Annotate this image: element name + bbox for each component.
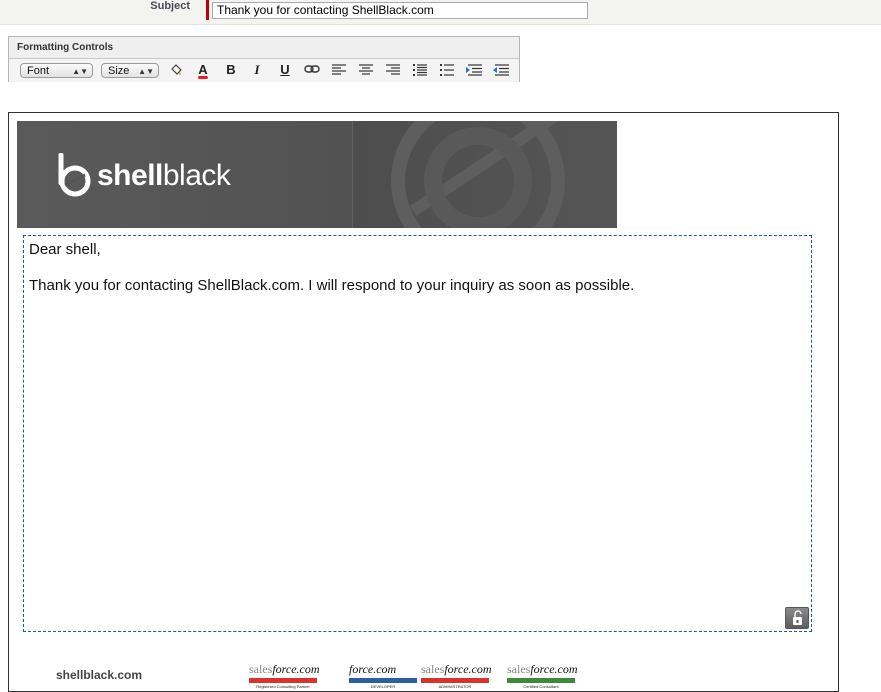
badge-strip <box>349 678 417 683</box>
badge-subtitle: ADMINISTRATOR <box>438 684 472 689</box>
outdent-icon <box>493 64 509 76</box>
message-greeting: Dear shell, <box>29 241 101 258</box>
indent-icon <box>466 64 482 76</box>
text-color-icon: A <box>198 62 208 77</box>
subject-input[interactable]: Thank you for contacting ShellBlack.com <box>212 2 588 19</box>
align-center-icon <box>359 64 373 75</box>
bulleted-list-icon <box>413 64 427 76</box>
align-left-button[interactable] <box>328 61 350 79</box>
badge-subtitle: DEVELOPER <box>370 684 396 689</box>
formatting-controls-title: Formatting Controls <box>17 42 114 53</box>
message-body-editable[interactable]: Dear shell, Thank you for contacting She… <box>23 235 812 632</box>
align-center-button[interactable] <box>355 61 377 79</box>
italic-button[interactable]: I <box>246 61 268 79</box>
underline-button[interactable]: U <box>274 61 296 79</box>
outdent-button[interactable] <box>490 61 512 79</box>
footer-site-name: shellblack.com <box>56 668 143 682</box>
banner-right-panel <box>352 121 617 228</box>
link-button[interactable] <box>301 61 323 79</box>
formatting-controls-panel: Formatting Controls Font ▲▼ Size ▲▼ A B … <box>8 36 520 82</box>
indent-button[interactable] <box>463 61 485 79</box>
email-template-editor: shellblack Dear shell, Thank you for con… <box>8 112 839 692</box>
brand-wordmark-light: black <box>162 159 231 192</box>
shellblack-logo-icon <box>58 153 91 197</box>
align-right-button[interactable] <box>382 61 404 79</box>
lock-toggle-button[interactable] <box>785 607 809 629</box>
select-arrows-icon: ▲▼ <box>72 67 88 76</box>
badge-strip <box>507 678 575 683</box>
align-right-icon <box>386 64 400 75</box>
badge-wordmark: salesforce.com <box>507 662 578 676</box>
badge-strip <box>249 678 317 683</box>
subject-row: Subject Thank you for contacting ShellBl… <box>0 0 881 25</box>
salesforce-administrator-badge: salesforce.com ADMINISTRATOR <box>421 662 495 689</box>
required-indicator <box>206 0 209 20</box>
salesforce-consultant-badge: salesforce.com Certified Consultant <box>507 662 581 689</box>
bulleted-list-button[interactable] <box>409 61 431 79</box>
watermark-logo-icon <box>391 121 565 228</box>
badge-subtitle: Certified Consultant <box>523 684 559 689</box>
bold-button[interactable]: B <box>220 61 242 79</box>
badge-wordmark: force.com <box>349 662 397 676</box>
badge-wordmark: salesforce.com <box>249 662 320 676</box>
size-select[interactable]: Size ▲▼ <box>101 63 159 78</box>
numbered-list-icon <box>440 64 454 76</box>
background-color-button[interactable] <box>165 61 187 79</box>
force-developer-badge: force.com DEVELOPER <box>349 662 423 689</box>
select-arrows-icon: ▲▼ <box>138 67 154 76</box>
subject-label: Subject <box>150 0 190 12</box>
badge-wordmark: salesforce.com <box>421 662 492 676</box>
badge-subtitle: Registered Consulting Partner <box>256 684 310 689</box>
text-color-button[interactable]: A <box>192 61 214 79</box>
paint-bucket-icon <box>171 64 182 75</box>
size-select-label: Size <box>108 65 130 77</box>
lock-icon <box>793 610 802 625</box>
font-select[interactable]: Font ▲▼ <box>20 63 93 78</box>
link-icon <box>304 65 320 73</box>
formatting-toolbar: Font ▲▼ Size ▲▼ A B I U <box>9 58 519 82</box>
font-select-label: Font <box>27 65 50 77</box>
header-banner: shellblack <box>17 121 617 228</box>
message-body-text: Thank you for contacting ShellBlack.com.… <box>29 277 635 294</box>
brand-wordmark-bold: shell <box>97 159 163 192</box>
numbered-list-button[interactable] <box>436 61 458 79</box>
badge-strip <box>421 678 489 683</box>
salesforce-partner-badge: salesforce.com Registered Consulting Par… <box>249 662 323 689</box>
align-left-icon <box>332 64 346 75</box>
brand-wordmark: shellblack <box>97 159 231 193</box>
